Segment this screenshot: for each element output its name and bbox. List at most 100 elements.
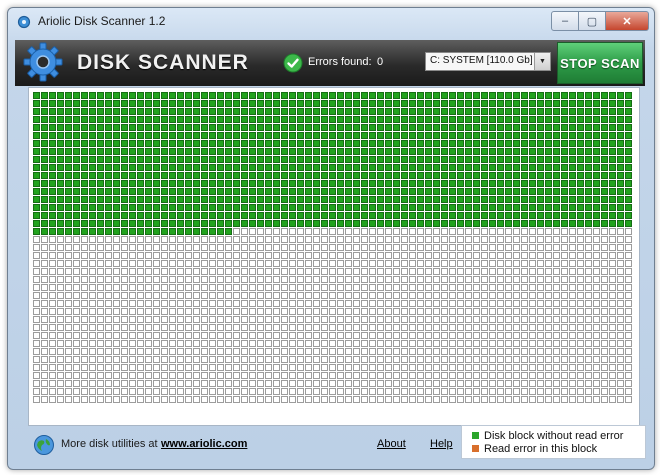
disk-block-pending — [449, 228, 456, 235]
disk-block-pending — [145, 284, 152, 291]
disk-block-pending — [297, 244, 304, 251]
disk-block-scanned — [177, 108, 184, 115]
disk-block-scanned — [505, 116, 512, 123]
disk-block-pending — [81, 396, 88, 403]
disk-block-scanned — [241, 116, 248, 123]
disk-block-scanned — [249, 108, 256, 115]
disk-block-scanned — [617, 220, 624, 227]
disk-block-pending — [297, 236, 304, 243]
disk-block-pending — [273, 340, 280, 347]
disk-block-scanned — [529, 140, 536, 147]
disk-block-scanned — [393, 92, 400, 99]
disk-block-scanned — [369, 220, 376, 227]
disk-block-scanned — [529, 124, 536, 131]
disk-block-pending — [49, 380, 56, 387]
disk-block-scanned — [465, 116, 472, 123]
disk-block-pending — [233, 364, 240, 371]
disk-block-pending — [297, 348, 304, 355]
disk-block-pending — [345, 284, 352, 291]
disk-block-scanned — [137, 100, 144, 107]
minimize-button[interactable]: – — [551, 11, 579, 31]
disk-block-pending — [513, 324, 520, 331]
disk-block-pending — [377, 244, 384, 251]
disk-block-pending — [321, 372, 328, 379]
disk-block-pending — [305, 228, 312, 235]
title-bar[interactable]: Ariolic Disk Scanner 1.2 – ▢ ✕ — [8, 8, 654, 36]
disk-block-pending — [553, 388, 560, 395]
disk-block-scanned — [129, 92, 136, 99]
close-button[interactable]: ✕ — [605, 11, 649, 31]
disk-block-pending — [505, 236, 512, 243]
disk-block-pending — [257, 356, 264, 363]
disk-block-scanned — [241, 108, 248, 115]
about-link[interactable]: About — [377, 438, 406, 450]
disk-block-scanned — [49, 164, 56, 171]
disk-block-pending — [209, 236, 216, 243]
disk-block-scanned — [321, 124, 328, 131]
disk-block-pending — [585, 396, 592, 403]
disk-block-pending — [137, 388, 144, 395]
disk-block-scanned — [33, 228, 40, 235]
disk-block-pending — [401, 252, 408, 259]
disk-block-pending — [449, 268, 456, 275]
disk-block-scanned — [345, 204, 352, 211]
disk-block-scanned — [329, 196, 336, 203]
disk-block-pending — [321, 356, 328, 363]
disk-block-pending — [305, 372, 312, 379]
disk-block-scanned — [353, 108, 360, 115]
disk-block-pending — [177, 316, 184, 323]
disk-block-scanned — [297, 196, 304, 203]
help-link[interactable]: Help — [430, 438, 453, 450]
disk-block-pending — [97, 268, 104, 275]
disk-block-pending — [209, 316, 216, 323]
disk-block-scanned — [353, 204, 360, 211]
disk-block-scanned — [41, 132, 48, 139]
drive-select[interactable]: C: SYSTEM [110.0 Gb] ▼ — [425, 52, 551, 71]
disk-block-scanned — [625, 140, 632, 147]
disk-block-scanned — [561, 132, 568, 139]
disk-block-scanned — [433, 204, 440, 211]
disk-block-pending — [385, 396, 392, 403]
website-link[interactable]: www.ariolic.com — [161, 438, 247, 450]
disk-block-scanned — [249, 116, 256, 123]
disk-block-scanned — [497, 116, 504, 123]
disk-block-pending — [313, 244, 320, 251]
disk-block-scanned — [121, 108, 128, 115]
disk-block-scanned — [73, 188, 80, 195]
disk-block-pending — [609, 348, 616, 355]
disk-block-pending — [145, 268, 152, 275]
disk-block-pending — [329, 244, 336, 251]
disk-block-scanned — [553, 220, 560, 227]
disk-block-pending — [33, 284, 40, 291]
disk-block-pending — [217, 308, 224, 315]
disk-block-pending — [161, 276, 168, 283]
disk-block-pending — [401, 260, 408, 267]
disk-block-scanned — [473, 220, 480, 227]
disk-block-pending — [457, 236, 464, 243]
disk-block-scanned — [105, 188, 112, 195]
disk-block-pending — [289, 324, 296, 331]
disk-block-pending — [65, 252, 72, 259]
disk-block-pending — [481, 372, 488, 379]
disk-block-pending — [377, 316, 384, 323]
disk-block-scanned — [609, 108, 616, 115]
disk-block-pending — [201, 252, 208, 259]
disk-block-scanned — [273, 188, 280, 195]
disk-block-pending — [553, 380, 560, 387]
disk-block-scanned — [145, 172, 152, 179]
maximize-button[interactable]: ▢ — [579, 11, 605, 31]
disk-block-scanned — [81, 212, 88, 219]
disk-block-pending — [169, 364, 176, 371]
stop-scan-button[interactable]: STOP SCAN — [557, 42, 643, 84]
disk-block-pending — [329, 332, 336, 339]
disk-block-scanned — [233, 156, 240, 163]
disk-block-pending — [185, 260, 192, 267]
chevron-down-icon[interactable]: ▼ — [534, 53, 550, 70]
disk-block-scanned — [585, 220, 592, 227]
disk-block-pending — [593, 244, 600, 251]
disk-block-pending — [401, 308, 408, 315]
disk-block-pending — [145, 316, 152, 323]
disk-block-pending — [577, 244, 584, 251]
disk-block-scanned — [537, 188, 544, 195]
disk-block-scanned — [297, 204, 304, 211]
